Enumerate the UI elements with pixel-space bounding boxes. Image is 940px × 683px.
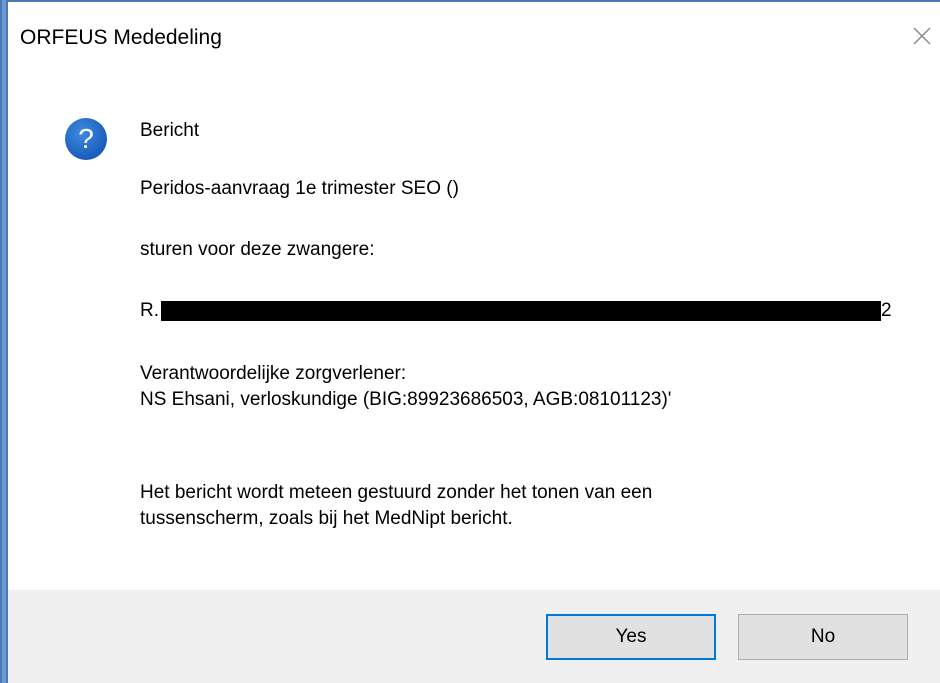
caregiver-value: NS Ehsani, verloskundige (BIG:8992368650…	[140, 389, 672, 410]
redaction-bar	[161, 301, 881, 321]
no-button[interactable]: No	[738, 614, 908, 660]
dialog-content: ? Bericht Peridos-aanvraag 1e trimester …	[8, 80, 940, 590]
question-icon: ?	[64, 117, 108, 161]
button-bar: Yes No	[8, 590, 940, 683]
note-line-2: tussenscherm, zoals bij het MedNipt beri…	[140, 508, 513, 529]
yes-button[interactable]: Yes	[546, 614, 716, 660]
caregiver-label: Verantwoordelijke zorgverlener:	[140, 363, 407, 384]
message-send-line: sturen voor deze zwangere:	[140, 239, 375, 260]
message-request-line: Peridos-aanvraag 1e trimester SEO ()	[140, 178, 459, 199]
window-title: ORFEUS Mededeling	[20, 26, 222, 49]
svg-text:?: ?	[78, 123, 94, 154]
patient-prefix: R.	[140, 300, 159, 321]
note-line-1: Het bericht wordt meteen gestuurd zonder…	[140, 482, 653, 503]
window-left-frame-inner	[2, 0, 6, 683]
close-icon[interactable]	[910, 24, 934, 48]
message-dialog: ORFEUS Mededeling ? Bericht Peridos-aanv…	[0, 0, 940, 683]
window-left-frame	[0, 0, 8, 683]
message-heading: Bericht	[140, 120, 200, 141]
title-bar: ORFEUS Mededeling	[8, 2, 940, 80]
patient-line: R. 2	[140, 298, 892, 324]
patient-suffix: 2	[881, 300, 892, 321]
